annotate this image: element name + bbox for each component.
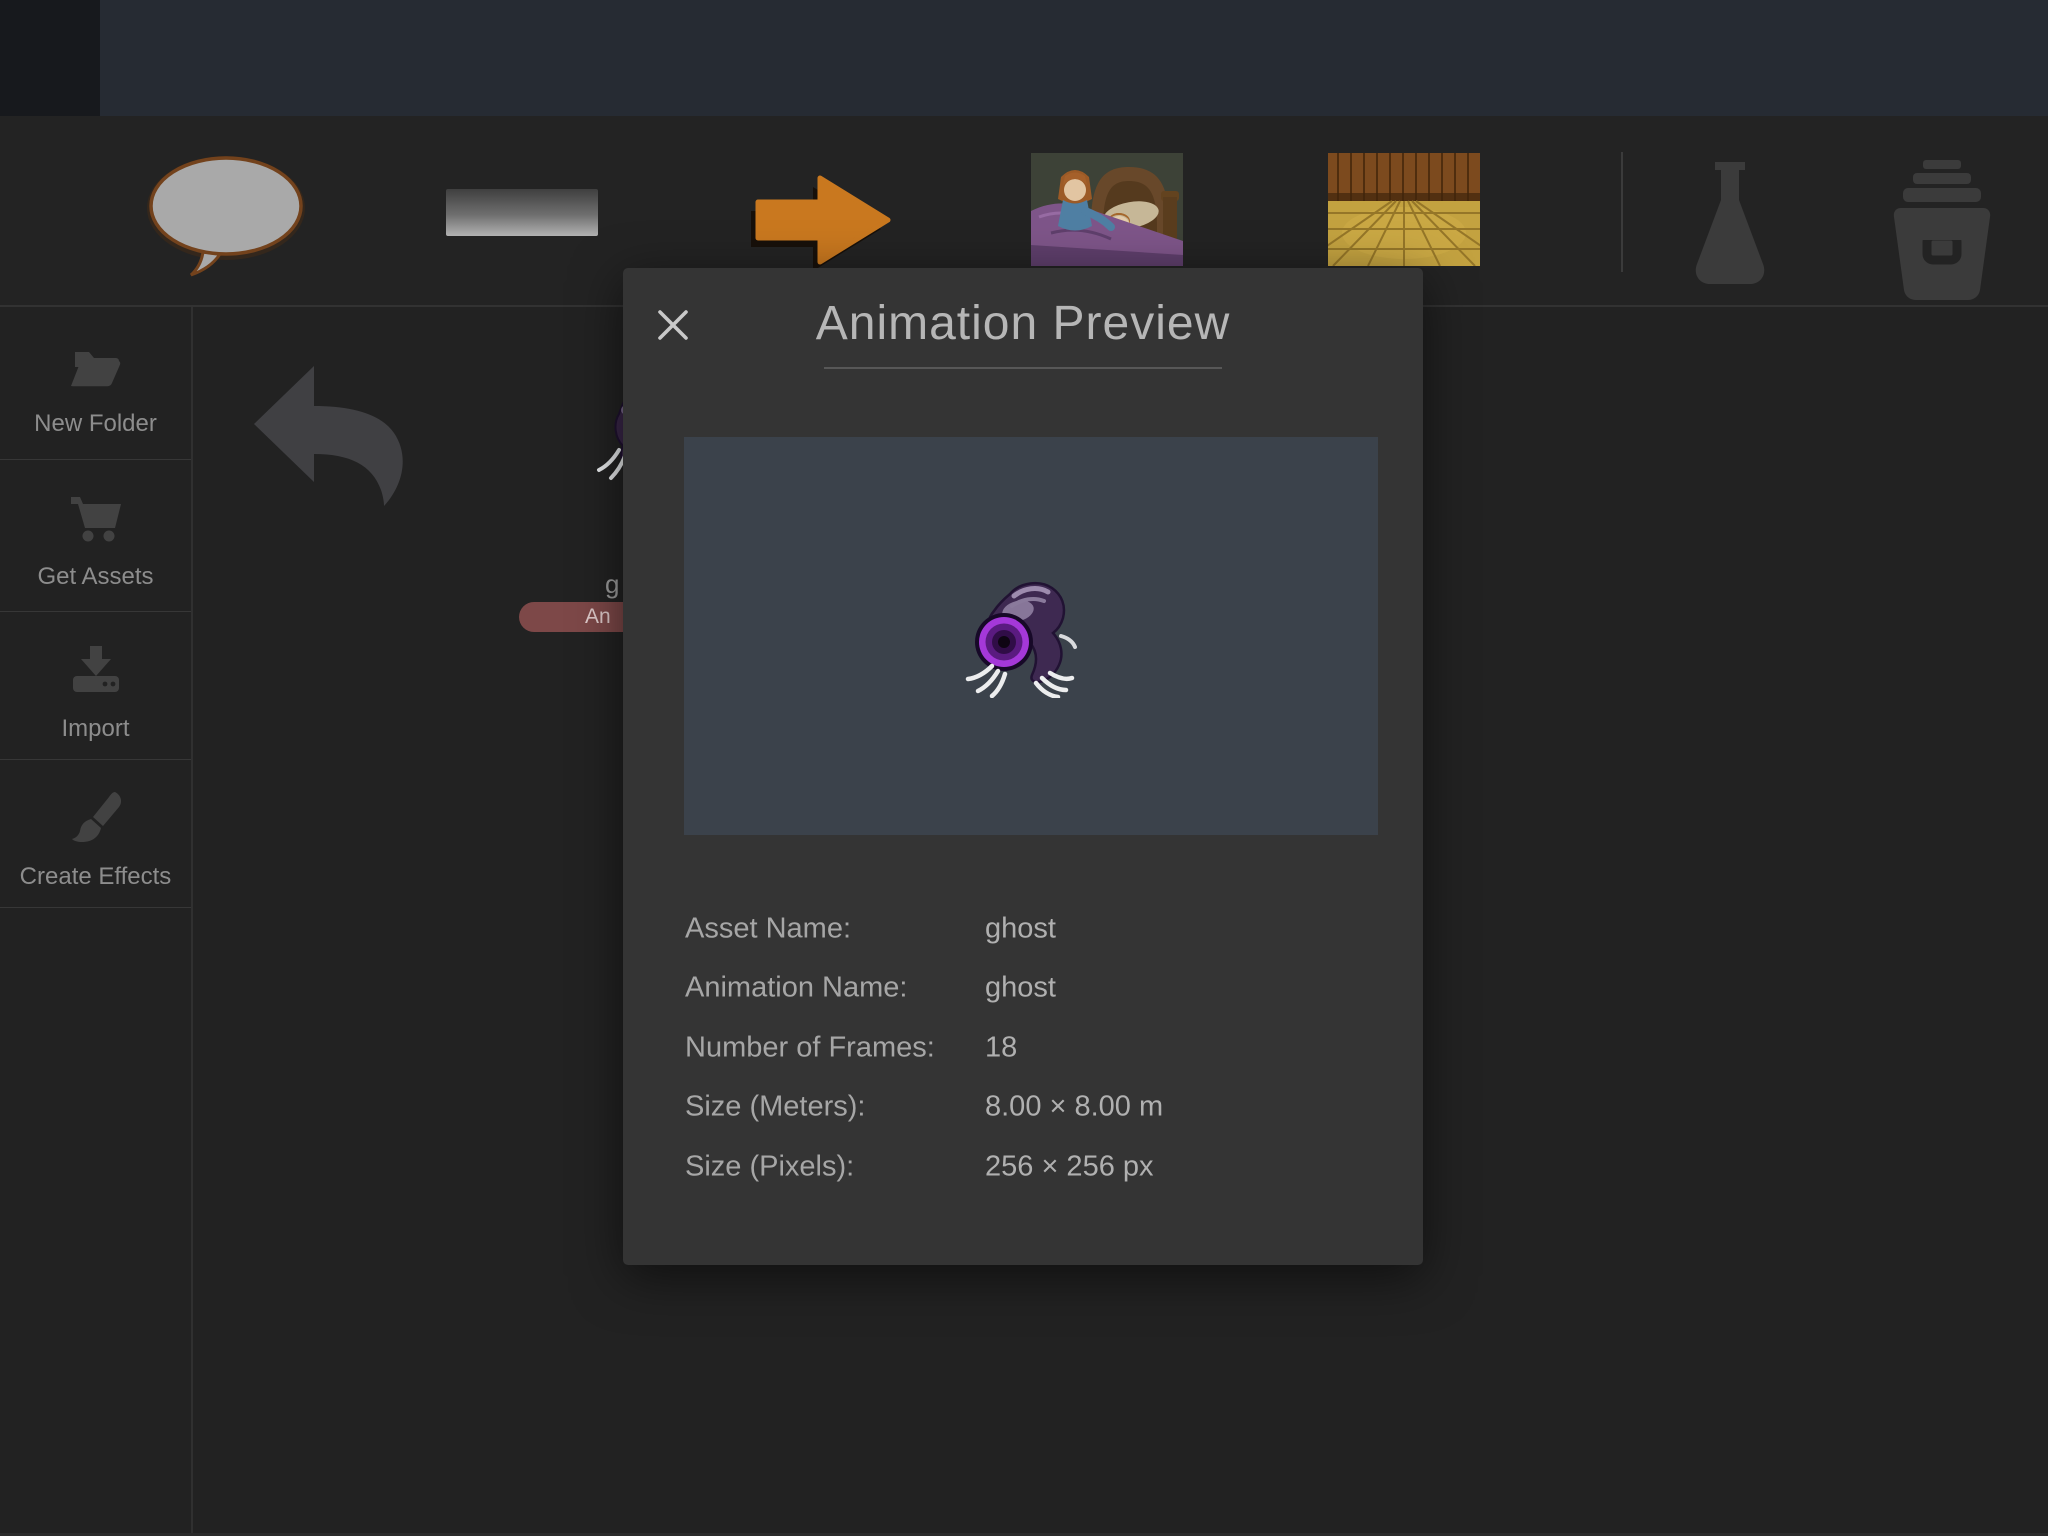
- animation-preview-canvas: [684, 437, 1378, 835]
- sidebar-item-get-assets[interactable]: Get Assets: [0, 460, 191, 612]
- flask-icon[interactable]: [1687, 162, 1773, 299]
- import-download-icon: [67, 638, 125, 702]
- corner-box: [0, 0, 100, 116]
- info-label: Size (Pixels):: [685, 1150, 854, 1183]
- sidebar-item-label: Get Assets: [37, 564, 153, 590]
- app-screen: New Folder Get Assets: [0, 0, 2048, 1536]
- info-value: ghost: [985, 912, 1056, 945]
- toolbar-divider: [1621, 152, 1623, 272]
- info-value: 256 × 256 px: [985, 1150, 1154, 1183]
- bedroom-scene-thumbnail[interactable]: [1031, 153, 1183, 271]
- left-sidebar: New Folder Get Assets: [0, 307, 193, 1536]
- sidebar-item-label: Import: [61, 716, 129, 742]
- info-row: Number of Frames: 18: [623, 1018, 1423, 1078]
- speech-bubble-icon[interactable]: [141, 154, 311, 283]
- ghost-sprite: [964, 578, 1094, 703]
- info-row: Size (Pixels): 256 × 256 px: [623, 1137, 1423, 1197]
- info-value: 18: [985, 1031, 1017, 1064]
- animation-preview-dialog: Animation Preview: [623, 268, 1423, 1265]
- gradient-bar-icon[interactable]: [446, 189, 598, 236]
- sidebar-item-new-folder[interactable]: New Folder: [0, 307, 191, 460]
- info-label: Size (Meters):: [685, 1091, 865, 1124]
- new-folder-icon: [67, 333, 125, 397]
- animation-info-list: Asset Name: ghost Animation Name: ghost …: [623, 899, 1423, 1197]
- undo-arrow-icon[interactable]: [250, 363, 412, 514]
- info-label: Asset Name:: [685, 912, 851, 945]
- info-row: Asset Name: ghost: [623, 899, 1423, 959]
- storage-bin-icon[interactable]: [1887, 160, 1997, 307]
- info-value: ghost: [985, 972, 1056, 1005]
- shopping-cart-icon: [67, 486, 125, 550]
- info-label: Number of Frames:: [685, 1031, 935, 1064]
- room-floor-thumbnail[interactable]: [1328, 153, 1480, 271]
- sidebar-item-import[interactable]: Import: [0, 612, 191, 760]
- sidebar-item-label: Create Effects: [20, 864, 172, 890]
- title-underline: [824, 367, 1222, 369]
- sidebar-item-create-effects[interactable]: Create Effects: [0, 760, 191, 908]
- asset-badge-label: An: [585, 605, 611, 629]
- info-row: Size (Meters): 8.00 × 8.00 m: [623, 1078, 1423, 1138]
- status-strip: [0, 0, 2048, 116]
- dialog-title: Animation Preview: [623, 296, 1423, 351]
- paintbrush-icon: [67, 786, 125, 850]
- info-label: Animation Name:: [685, 972, 907, 1005]
- info-value: 8.00 × 8.00 m: [985, 1091, 1163, 1124]
- asset-name-label: g: [605, 569, 619, 600]
- sidebar-item-label: New Folder: [34, 411, 157, 437]
- info-row: Animation Name: ghost: [623, 959, 1423, 1019]
